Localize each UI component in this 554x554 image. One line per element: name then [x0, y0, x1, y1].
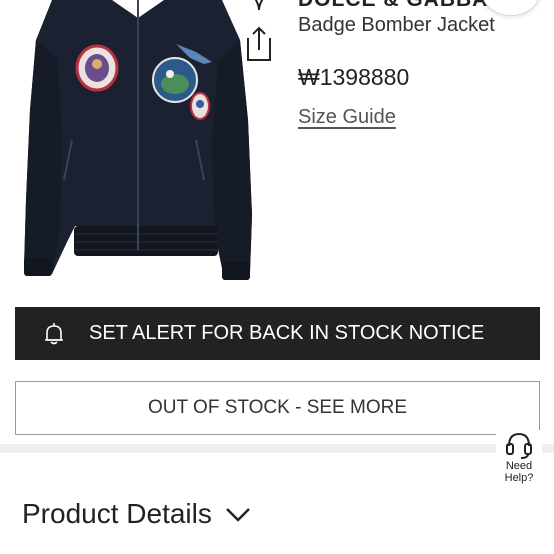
share-icon	[247, 26, 271, 61]
alert-button-label: SET ALERT FOR BACK IN STOCK NOTICE	[89, 322, 485, 344]
heart-icon	[254, 0, 264, 11]
product-price: ₩1398880	[298, 64, 410, 90]
product-image[interactable]	[0, 0, 280, 292]
bell-icon	[45, 323, 63, 345]
size-guide-link[interactable]: Size Guide	[298, 106, 396, 129]
product-title: Badge Bomber Jacket	[298, 14, 495, 36]
wishlist-button[interactable]	[240, 0, 278, 14]
product-details-toggle[interactable]: Product Details	[22, 498, 252, 534]
jacket-illustration	[24, 0, 252, 280]
out-of-stock-label: OUT OF STOCK - SEE MORE	[148, 397, 407, 418]
need-help-text-2: Help?	[504, 472, 534, 484]
chevron-down-icon	[226, 508, 251, 522]
back-in-stock-alert-button[interactable]: SET ALERT FOR BACK IN STOCK NOTICE	[15, 307, 540, 360]
section-divider	[0, 444, 554, 453]
product-details-heading: Product Details	[22, 498, 212, 529]
need-help-text: Need	[505, 460, 533, 472]
out-of-stock-see-more-button[interactable]: OUT OF STOCK - SEE MORE	[15, 381, 540, 435]
share-button[interactable]	[240, 24, 278, 64]
need-help-button[interactable]: Need Help?	[496, 430, 542, 486]
headset-icon	[506, 432, 532, 459]
